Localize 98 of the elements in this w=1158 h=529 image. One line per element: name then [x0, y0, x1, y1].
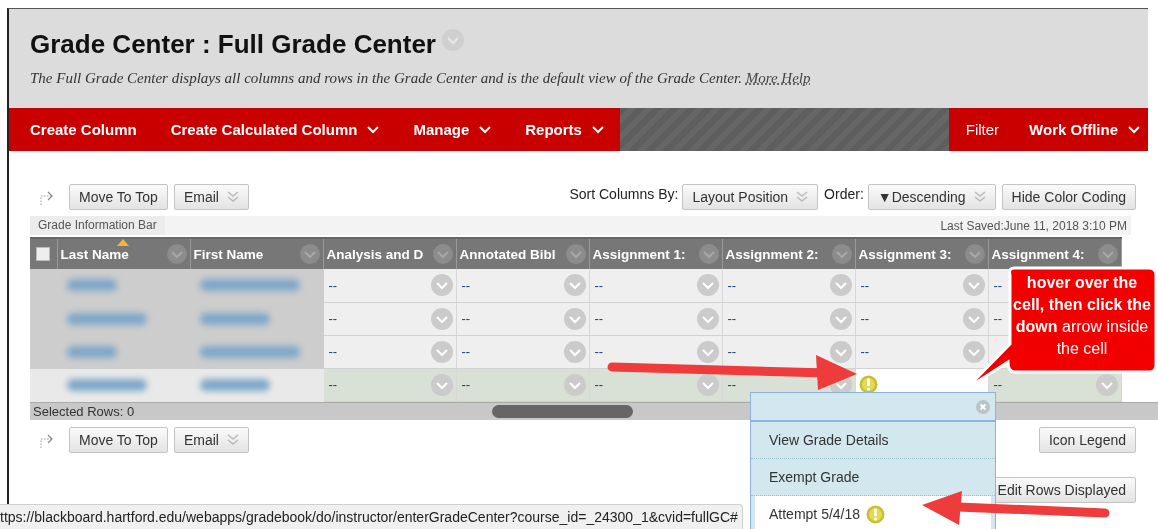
close-icon [976, 399, 990, 414]
chevron-icon [430, 274, 453, 297]
grade-cell[interactable]: -- [326, 311, 338, 326]
chevron-icon [696, 340, 719, 363]
sort-dropdown[interactable]: Layout Position [682, 184, 819, 210]
nav-menu-item[interactable]: Work Offline [1029, 121, 1140, 138]
column-header[interactable]: Annotated Bibl [456, 238, 589, 269]
warning-icon [858, 375, 878, 394]
email-dropdown[interactable]: Email [173, 184, 249, 210]
grade-cell[interactable]: -- [459, 377, 471, 392]
column-header[interactable]: Analysis and D [323, 238, 456, 269]
nav-menu-item[interactable]: Manage [413, 121, 492, 138]
blurred-text [199, 312, 270, 325]
scroll-thumb[interactable] [492, 404, 633, 418]
email-dropdown[interactable]: Email [173, 426, 249, 453]
page-title: Grade Center : Full Grade Center [30, 28, 436, 60]
column-header[interactable]: Last Name [57, 238, 190, 269]
chevron-icon [430, 373, 453, 396]
last-saved-text: Last Saved:June 11, 2018 3:10 PM [940, 218, 1128, 233]
grade-cell[interactable]: -- [459, 344, 471, 359]
grade-cell[interactable]: -- [725, 311, 737, 326]
page-description: The Full Grade Center displays all columns and rows in the Grade Center and is the default view of the Grade Center. More Help [30, 70, 812, 87]
grade-cell[interactable]: -- [991, 311, 1003, 326]
column-header[interactable]: Assignment 2: [722, 238, 855, 269]
chevron-icon [698, 244, 719, 264]
double-chevron-icon [226, 190, 239, 204]
grade-cell[interactable]: -- [725, 277, 737, 293]
chevron-icon [962, 340, 985, 363]
grade-cell[interactable]: -- [592, 311, 604, 326]
chevron-icon [430, 340, 453, 363]
nav-menu-item[interactable]: Create Calculated Column [170, 121, 380, 138]
chevron-icon [696, 307, 719, 330]
chevron-icon [962, 274, 985, 297]
grade-cell[interactable]: -- [326, 344, 338, 359]
order-dropdown[interactable]: ▼Descending [867, 184, 996, 210]
icon-legend-button[interactable]: Icon Legend [1038, 426, 1136, 453]
selected-rows-count: Selected Rows: 0 [32, 403, 135, 419]
nav-menu-item[interactable]: Create Column [30, 121, 137, 138]
caret-icon [367, 125, 380, 134]
blurred-text [66, 279, 117, 292]
grade-cell[interactable]: -- [858, 344, 870, 359]
order-label: Order: [824, 186, 864, 202]
status-url: ttps://blackboard.hartford.edu/webapps/gradebook/do/instructor/enterGradeCenter?course_id=_24300_1&cvid=fullGC# [0, 504, 743, 529]
grade-cell[interactable]: -- [326, 277, 338, 293]
callout-text: hover over the cell, then click the down arrow inside the cell [1012, 273, 1152, 359]
grade-cell[interactable]: -- [991, 277, 1003, 293]
double-chevron-icon [973, 190, 986, 204]
chevron-icon [831, 244, 852, 264]
chevron-icon [565, 244, 586, 264]
chevron-icon [696, 373, 719, 396]
nav-menu-item[interactable]: Filter [965, 121, 1000, 138]
grade-cell[interactable]: -- [326, 377, 338, 392]
column-header[interactable]: Assignment 3: [855, 238, 988, 269]
double-chevron-icon [226, 432, 239, 447]
column-header[interactable]: First Name [190, 238, 323, 269]
chevron-icon [563, 307, 586, 330]
hide-color-coding-button[interactable]: Hide Color Coding [1001, 184, 1136, 210]
more-help-link[interactable]: More Help [745, 70, 811, 86]
blurred-text [66, 345, 117, 358]
blurred-text [199, 378, 270, 391]
grade-cell[interactable]: -- [459, 277, 471, 293]
caret-icon [479, 125, 492, 134]
chevron-icon [964, 244, 985, 264]
menu-item[interactable]: View Grade Details [751, 422, 995, 459]
chevron-icon [962, 307, 985, 330]
chevron-icon [829, 274, 852, 297]
chevron-icon [829, 307, 852, 330]
chevron-icon [166, 244, 187, 264]
grade-cell[interactable]: -- [592, 344, 604, 359]
chevron-icon [696, 274, 719, 297]
info-bar-tab[interactable]: Grade Information Bar [30, 216, 165, 235]
double-chevron-icon [796, 190, 809, 204]
grade-cell[interactable]: -- [592, 277, 604, 293]
sort-label: Sort Columns By: [569, 186, 679, 202]
grade-cell[interactable]: -- [725, 377, 737, 392]
grade-cell[interactable]: -- [592, 377, 604, 392]
nav-menu-item[interactable]: Reports [525, 121, 604, 138]
chevron-icon [563, 340, 586, 363]
chevron-icon [563, 373, 586, 396]
grade-cell[interactable]: -- [858, 311, 870, 326]
chevron-icon [1097, 244, 1118, 264]
caret-icon [591, 125, 604, 134]
grade-cell[interactable]: -- [858, 277, 870, 293]
chevron-icon [442, 29, 464, 51]
sort-indicator-icon [116, 239, 129, 246]
caret-icon [1128, 125, 1140, 134]
chevron-icon [432, 244, 453, 264]
grade-cell[interactable]: -- [725, 344, 737, 359]
column-header[interactable]: Assignment 4: [988, 238, 1121, 269]
grade-cell[interactable]: -- [459, 311, 471, 326]
chevron-icon [430, 307, 453, 330]
chevron-icon [299, 244, 320, 264]
chevron-icon [829, 340, 852, 363]
chevron-icon [563, 274, 586, 297]
move-to-top-button[interactable]: Move To Top [69, 184, 168, 210]
column-header[interactable]: Assignment 1: [589, 238, 722, 269]
move-to-top-button[interactable]: Move To Top [69, 426, 168, 453]
select-all-checkbox[interactable] [36, 247, 51, 261]
